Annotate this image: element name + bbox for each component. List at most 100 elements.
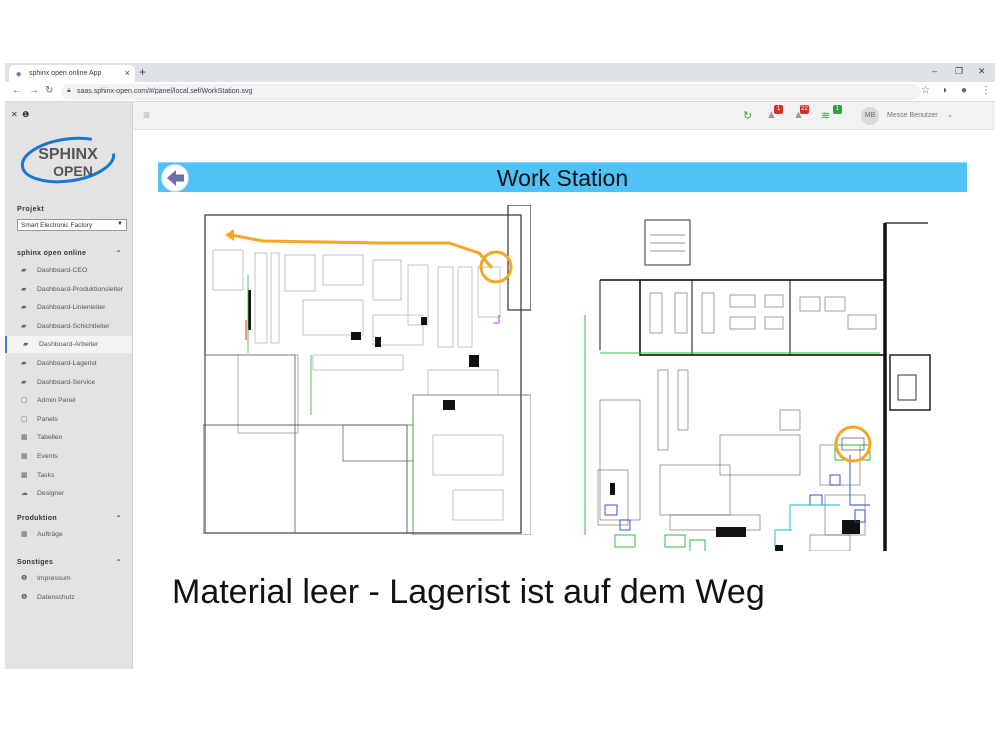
chevron-down-icon[interactable]: ⌄ <box>947 111 953 119</box>
sidebar-item-label: Dashboard-Arbeiter <box>39 341 99 349</box>
chevron-up-icon[interactable]: ⌃ <box>115 249 122 258</box>
sidebar-menu-item[interactable]: ▦ Aufträge <box>5 526 132 543</box>
tab-close-icon[interactable]: × <box>125 68 130 78</box>
workstation-banner: Work Station <box>158 162 967 192</box>
profile-icon[interactable]: ● <box>961 85 967 96</box>
minimize-icon[interactable]: – <box>932 66 937 76</box>
chart-icon: ▰ <box>21 267 27 274</box>
chart-icon: ▰ <box>23 341 29 349</box>
username[interactable]: Messe Benutzer <box>887 112 938 119</box>
sidebar-menu-item[interactable]: ▰ Dashboard-Linienleiter <box>5 299 132 316</box>
lock-icon: 🔒︎ <box>67 87 71 94</box>
sidebar-item-label: Dashboard-Lagerist <box>37 360 97 367</box>
sidebar-menu-item[interactable]: ▦ Events <box>5 448 132 465</box>
screen-frame: ◆ sphinx open online App × + – ❐ ✕ ← → ↻… <box>5 63 995 669</box>
signal-badge: 1 <box>833 105 842 114</box>
section-production-heading[interactable]: Produktion <box>17 515 57 522</box>
browser-tabbar: ◆ sphinx open online App × + – ❐ ✕ <box>5 63 995 82</box>
status-message: Material leer - Lagerist ist auf dem Weg <box>172 573 765 611</box>
sidebar-item-label: Dashboard-Linienleiter <box>37 304 106 312</box>
chart-icon: ▰ <box>21 378 27 386</box>
table-icon: ▦ <box>21 471 28 479</box>
sidebar-item-label: Admin Panel <box>37 397 76 405</box>
back-button[interactable] <box>161 164 189 192</box>
sidebar-item-label: Dashboard-Service <box>37 378 96 386</box>
cloud-icon: ☁ <box>21 490 28 498</box>
sidebar-menu-item[interactable]: ❶ Impressum <box>5 570 132 587</box>
chart-icon: ▰ <box>21 360 27 367</box>
sidebar-item-label: Tabellen <box>37 434 63 442</box>
section-other-heading[interactable]: Sonstiges <box>17 559 53 566</box>
logo-text-top: SPHINX <box>38 146 98 163</box>
sidebar-item-label: Dashboard-Schichtleiter <box>37 322 110 330</box>
sidebar-menu-item[interactable]: ❶ Datenschutz <box>5 589 132 606</box>
logo-text-bottom: OPEN <box>53 163 93 179</box>
sidebar-menu-item[interactable]: ▰ Dashboard-Produktionsleiter <box>5 281 132 298</box>
info-icon: ❶ <box>21 575 28 582</box>
refresh-icon[interactable]: ↻ <box>743 109 752 122</box>
browser-menu-icon[interactable]: ⋮ <box>981 85 991 96</box>
window-close-icon[interactable]: ✕ <box>978 66 986 77</box>
back-arrow-icon <box>167 170 184 186</box>
back-arrow-icon[interactable]: ← <box>12 85 22 96</box>
sidebar: ✕ ❶ SPHINX OPEN Projekt Smart Electronic… <box>5 102 133 669</box>
sidebar-menu-item[interactable]: ▰ Dashboard-Arbeiter <box>5 336 132 354</box>
collapse-icon[interactable]: ✕ ❶ <box>11 110 29 119</box>
sidebar-menu-item[interactable]: ▢ Panels <box>5 411 132 428</box>
chart-icon: ▰ <box>21 322 27 330</box>
sidebar-menu-item[interactable]: ▰ Dashboard-Schichtleiter <box>5 318 132 335</box>
sidebar-item-label: Dashboard-Produktionsleiter <box>37 285 124 293</box>
panel-icon: ▢ <box>21 397 28 405</box>
chevron-up-icon[interactable]: ⌃ <box>115 514 122 523</box>
sidebar-menu-item[interactable]: ▰ Dashboard-Service <box>5 374 132 391</box>
panel-icon: ▢ <box>21 415 28 423</box>
chevron-down-icon: ▼ <box>117 221 123 227</box>
project-value: Smart Electronic Factory <box>21 222 93 229</box>
sidebar-item-label: Datenschutz <box>37 593 75 601</box>
table-icon: ▦ <box>21 531 28 538</box>
sidebar-menu-item[interactable]: ▦ Tasks <box>5 467 132 484</box>
sidebar-menu-item[interactable]: ▰ Dashboard-Lagerist <box>5 355 132 372</box>
avatar[interactable]: MB <box>861 107 879 125</box>
page-title: Work Station <box>496 165 629 191</box>
project-label: Projekt <box>17 206 45 213</box>
sidebar-menu-item[interactable]: ▰ Dashboard-CEO <box>5 262 132 279</box>
floorplan-right[interactable] <box>580 205 933 551</box>
tab-title: sphinx open online App <box>29 70 102 77</box>
project-select[interactable]: Smart Electronic Factory ▼ <box>17 219 127 231</box>
app-topbar: ≡ ↻ ▲ 1 ▲ 22 ≋ 1 MB Messe Benutzer ⌄ <box>133 102 995 130</box>
sidebar-menu-item[interactable]: ▢ Admin Panel <box>5 392 132 409</box>
info-icon: ❶ <box>21 593 28 601</box>
sidebar-item-label: Tasks <box>37 471 55 479</box>
sidebar-item-label: Designer <box>37 490 65 498</box>
restore-icon[interactable]: ❐ <box>955 66 963 77</box>
wifi-icon[interactable]: ≋ <box>821 109 830 122</box>
section-main-heading[interactable]: sphinx open online <box>17 250 86 257</box>
extension-icon[interactable]: ◑ <box>941 85 947 96</box>
new-tab-icon[interactable]: + <box>139 65 146 79</box>
sphinx-open-logo: SPHINX OPEN <box>20 136 116 184</box>
sidebar-item-label: Events <box>37 453 58 460</box>
hamburger-menu-icon[interactable]: ≡ <box>143 108 150 122</box>
sidebar-item-label: Panels <box>37 415 58 423</box>
chart-icon: ▰ <box>21 285 27 293</box>
sidebar-item-label: Impressum <box>37 575 71 582</box>
sidebar-item-label: Aufträge <box>37 531 63 538</box>
reload-icon[interactable]: ↻ <box>45 85 53 96</box>
url-input[interactable]: 🔒︎ saas.sphinx-open.com/#/panel/local.se… <box>61 84 921 100</box>
forward-arrow-icon[interactable]: → <box>29 85 39 96</box>
sidebar-menu-item[interactable]: ▦ Tabellen <box>5 429 132 446</box>
chart-icon: ▰ <box>21 304 27 312</box>
bookmark-star-icon[interactable]: ☆ <box>921 85 930 96</box>
table-icon: ▦ <box>21 453 28 460</box>
chevron-up-icon[interactable]: ⌃ <box>115 558 122 567</box>
sidebar-item-label: Dashboard-CEO <box>37 267 88 274</box>
browser-addressbar: ← → ↻ 🔒︎ saas.sphinx-open.com/#/panel/lo… <box>5 82 995 102</box>
browser-tab[interactable]: ◆ sphinx open online App × <box>9 65 135 82</box>
floorplan-left[interactable] <box>203 205 531 535</box>
table-icon: ▦ <box>21 434 28 442</box>
alert-badge: 1 <box>774 105 783 114</box>
sidebar-menu-item[interactable]: ☁ Designer <box>5 485 132 502</box>
favicon-icon: ◆ <box>16 71 22 78</box>
url-text: saas.sphinx-open.com/#/panel/local.sef/W… <box>77 88 253 95</box>
